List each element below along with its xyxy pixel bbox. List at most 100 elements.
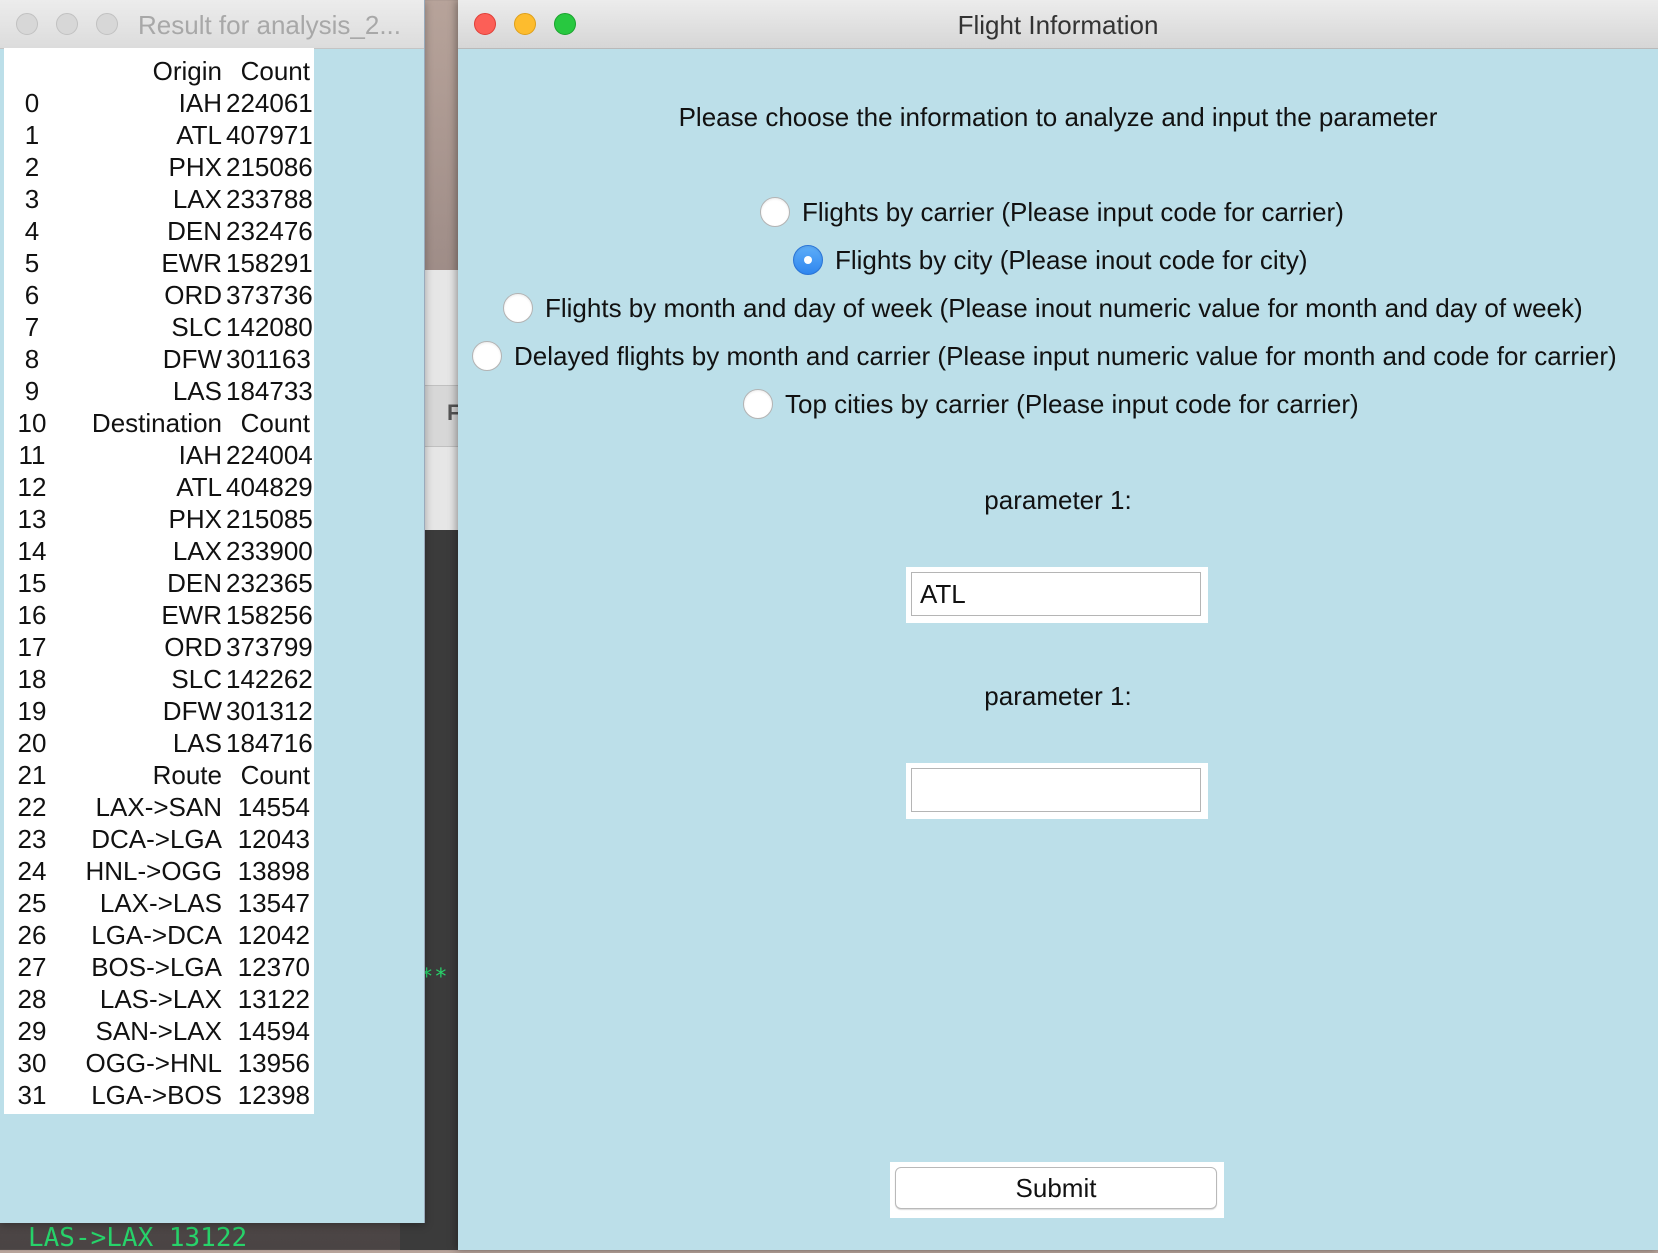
option-flights-by-city[interactable]: Flights by city (Please inout code for c… — [793, 240, 1308, 280]
result-row: 16 EWR 158256 — [4, 600, 314, 632]
flight-window-titlebar[interactable]: Flight Information — [458, 0, 1658, 49]
row-value: 215085 — [226, 504, 313, 534]
row-index: 7 — [24, 312, 40, 342]
option-flights-by-month-day[interactable]: Flights by month and day of week (Please… — [503, 288, 1583, 328]
result-row: 4 DEN 232476 — [4, 216, 314, 248]
row-index: 1 — [24, 120, 40, 150]
result-row: 20 LAS 184716 — [4, 728, 314, 760]
row-key: DEN — [167, 216, 222, 246]
result-row: 0 IAH 224061 — [4, 88, 314, 120]
instruction-text: Please choose the information to analyze… — [678, 102, 1438, 132]
row-index: 29 — [17, 1016, 47, 1046]
result-row: 5 EWR 158291 — [4, 248, 314, 280]
row-value: 184716 — [226, 728, 313, 758]
result-text-area[interactable]: Origin Count 0 IAH 224061 1 ATL 407971 2 PHX 21508… — [4, 48, 314, 1114]
zoom-button[interactable] — [96, 13, 118, 35]
row-value: 12398 — [237, 1080, 310, 1110]
row-value: 301163 — [226, 344, 311, 374]
row-value: Count — [240, 760, 310, 790]
row-key: SLC — [171, 664, 222, 694]
result-row: 21 Route Count — [4, 760, 314, 792]
row-value: 142080 — [226, 312, 313, 342]
option-flights-by-carrier[interactable]: Flights by carrier (Please input code fo… — [760, 192, 1344, 232]
option-label: Flights by city (Please inout code for c… — [835, 244, 1308, 275]
result-row: 7 SLC 142080 — [4, 312, 314, 344]
radio-icon[interactable] — [760, 197, 790, 227]
row-key: Route — [152, 760, 222, 790]
option-delayed-flights[interactable]: Delayed flights by month and carrier (Pl… — [472, 336, 1617, 376]
result-row: 3 LAX 233788 — [4, 184, 314, 216]
row-value: 301312 — [226, 696, 313, 726]
result-row: 11 IAH 224004 — [4, 440, 314, 472]
row-index: 23 — [17, 824, 47, 854]
row-key: EWR — [161, 600, 222, 630]
row-index: 0 — [24, 88, 40, 118]
row-index: 21 — [17, 760, 47, 790]
row-index: 24 — [17, 856, 47, 886]
result-window-title: Result for analysis_2... — [138, 10, 402, 40]
row-key: ATL — [176, 472, 222, 502]
row-index: 26 — [17, 920, 47, 950]
close-button[interactable] — [16, 13, 38, 35]
row-value: 232365 — [226, 568, 313, 598]
result-row: 26 LGA->DCA 12042 — [4, 920, 314, 952]
row-key: LAX — [172, 184, 222, 214]
row-key: IAH — [178, 440, 222, 470]
option-label: Delayed flights by month and carrier (Pl… — [514, 340, 1617, 371]
result-window: Result for analysis_2... Origin Count 0 IAH… — [0, 0, 425, 1223]
result-row: 12 ATL 404829 — [4, 472, 314, 504]
row-index: 17 — [17, 632, 47, 662]
parameter-2-field-frame — [906, 763, 1208, 819]
parameter-2-input[interactable] — [911, 768, 1201, 812]
result-row: Origin Count — [4, 56, 314, 88]
row-index: 18 — [17, 664, 47, 694]
option-label: Top cities by carrier (Please input code… — [785, 388, 1359, 419]
radio-icon[interactable] — [743, 389, 773, 419]
row-key: OGG->HNL — [85, 1048, 222, 1078]
flight-window: Flight Information Please choose the inf… — [458, 0, 1658, 1250]
result-row: 24 HNL->OGG 13898 — [4, 856, 314, 888]
row-value: 142262 — [226, 664, 313, 694]
row-index: 8 — [24, 344, 40, 374]
row-index: 16 — [17, 600, 47, 630]
result-row: 29 SAN->LAX 14594 — [4, 1016, 314, 1048]
result-row: 30 OGG->HNL 13956 — [4, 1048, 314, 1080]
row-index: 20 — [17, 728, 47, 758]
row-index: 31 — [17, 1080, 47, 1110]
row-value: 158256 — [226, 600, 313, 630]
row-index: 12 — [17, 472, 47, 502]
row-key: HNL->OGG — [85, 856, 222, 886]
result-row: 2 PHX 215086 — [4, 152, 314, 184]
row-key: LGA->DCA — [91, 920, 222, 950]
row-key: DFW — [162, 344, 222, 374]
minimize-button[interactable] — [56, 13, 78, 35]
row-value: 184733 — [226, 376, 313, 406]
row-value: 373799 — [226, 632, 313, 662]
option-top-cities[interactable]: Top cities by carrier (Please input code… — [743, 384, 1359, 424]
row-value: 12043 — [237, 824, 310, 854]
row-index: 19 — [17, 696, 47, 726]
result-row: 28 LAS->LAX 13122 — [4, 984, 314, 1016]
parameter-1-field-frame — [906, 567, 1208, 623]
row-key: DFW — [162, 696, 222, 726]
result-window-titlebar[interactable]: Result for analysis_2... — [0, 0, 424, 49]
row-value: 215086 — [226, 152, 313, 182]
radio-icon[interactable] — [503, 293, 533, 323]
row-value: 13547 — [237, 888, 310, 918]
row-key: LAS — [172, 728, 222, 758]
row-index: 27 — [17, 952, 47, 982]
row-key: PHX — [168, 152, 222, 182]
radio-selected-icon[interactable] — [793, 245, 823, 275]
row-value: 233788 — [226, 184, 313, 214]
submit-button[interactable]: Submit — [895, 1167, 1217, 1209]
terminal-output-line: LAS->LAX 13122 — [28, 1223, 248, 1253]
radio-icon[interactable] — [472, 341, 502, 371]
result-row: 9 LAS 184733 — [4, 376, 314, 408]
row-key: DEN — [167, 568, 222, 598]
parameter-1-input[interactable] — [911, 572, 1201, 616]
row-value: 13956 — [237, 1048, 310, 1078]
result-row: 14 LAX 233900 — [4, 536, 314, 568]
row-index: 28 — [17, 984, 47, 1014]
row-key: LAS->LAX — [99, 984, 222, 1014]
row-value: 13122 — [237, 984, 310, 1014]
